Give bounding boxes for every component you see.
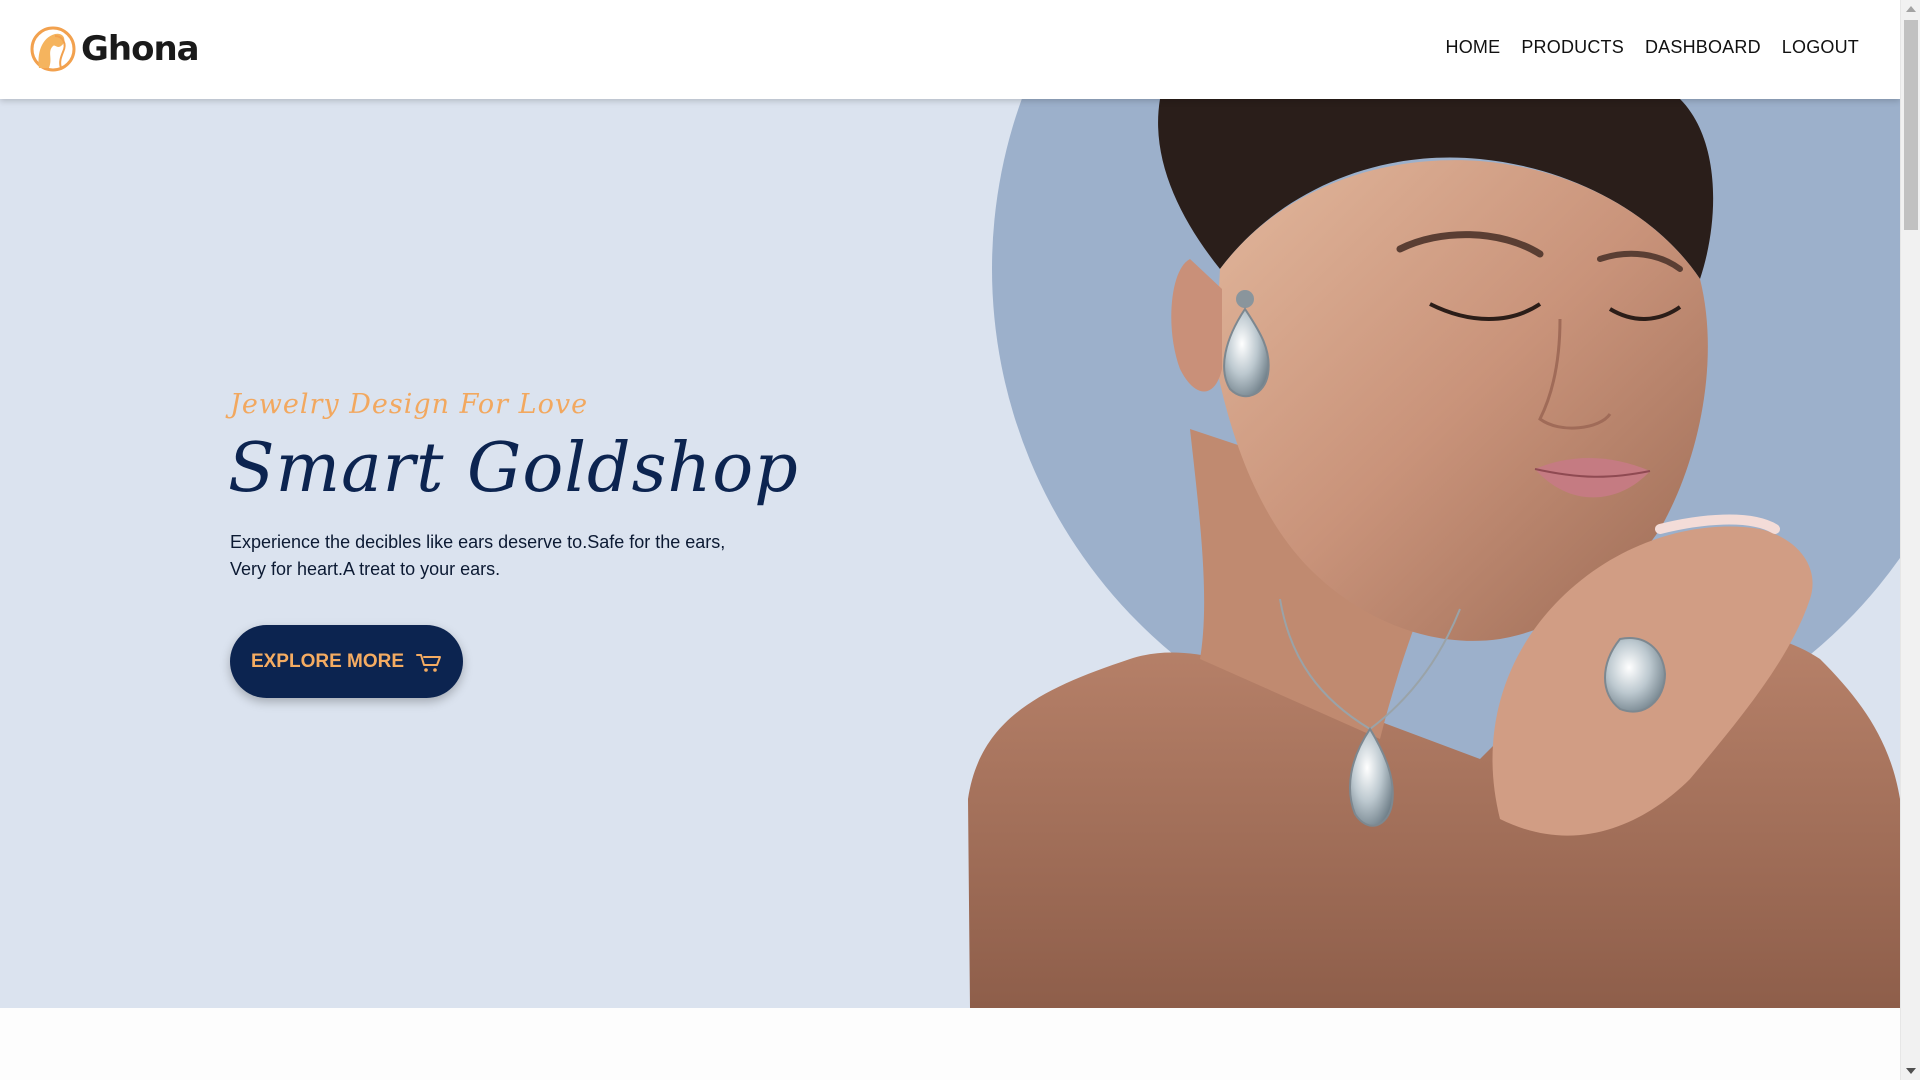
model-wearing-jewelry-photo — [968, 99, 1900, 1008]
explore-more-button[interactable]: EXPLORE MORE — [230, 625, 463, 698]
nav-logout[interactable]: LOGOUT — [1782, 37, 1859, 58]
scroll-up-icon[interactable] — [1906, 6, 1916, 12]
woman-silhouette-logo-icon — [30, 26, 76, 72]
navbar: Ghona HOME PRODUCTS DASHBOARD LOGOUT — [0, 0, 1900, 99]
main-nav: HOME PRODUCTS DASHBOARD LOGOUT — [1425, 37, 1859, 58]
explore-more-label: EXPLORE MORE — [250, 650, 405, 672]
brand-name: Ghona — [81, 29, 200, 69]
cart-icon — [416, 653, 442, 672]
scroll-down-icon[interactable] — [1906, 1068, 1916, 1074]
hero-tagline: Jewelry Design For Love — [230, 389, 589, 420]
nav-home[interactable]: HOME — [1446, 37, 1501, 58]
page: Ghona HOME PRODUCTS DASHBOARD LOGOUT Jew… — [0, 0, 1900, 1080]
page-scrollbar[interactable] — [1900, 0, 1920, 1080]
scrollbar-thumb[interactable] — [1904, 20, 1918, 230]
nav-products[interactable]: PRODUCTS — [1521, 37, 1624, 58]
hero-description: Experience the decibles like ears deserv… — [230, 532, 726, 579]
hero-title: Smart Goldshop — [228, 429, 799, 508]
brand-logo-link[interactable]: Ghona — [29, 24, 200, 74]
hero-section: Jewelry Design For Love Smart Goldshop E… — [0, 99, 1900, 1008]
nav-dashboard[interactable]: DASHBOARD — [1645, 37, 1761, 58]
